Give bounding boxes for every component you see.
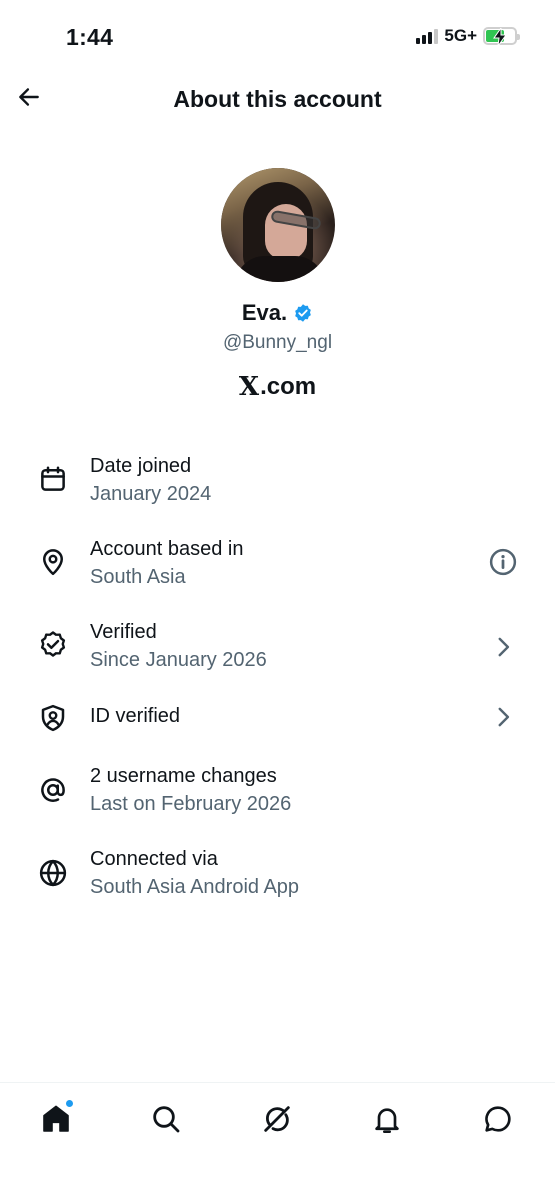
info-icon[interactable]: [487, 546, 519, 578]
globe-icon: [36, 856, 70, 890]
chevron-right-icon[interactable]: [487, 631, 519, 663]
info-subtitle: Since January 2026: [90, 649, 267, 671]
id-shield-icon: [36, 701, 70, 735]
chevron-right-icon[interactable]: [487, 701, 519, 733]
info-title: Date joined: [90, 455, 192, 477]
bottom-navigation-bar: [0, 1082, 555, 1200]
status-time: 1:44: [66, 24, 114, 50]
header: About this account: [0, 72, 555, 128]
signal-strength-icon: [416, 28, 439, 44]
info-subtitle: South Asia Android App: [90, 876, 300, 898]
notifications-icon: [375, 1108, 399, 1133]
network-type: 5G+: [444, 26, 477, 45]
info-title: Account based in: [90, 538, 244, 560]
info-title: ID verified: [90, 705, 181, 727]
page-title: About this account: [173, 86, 382, 112]
search-icon: [153, 1106, 180, 1133]
info-subtitle: South Asia: [90, 566, 186, 588]
notification-dot: [65, 1099, 74, 1108]
status-indicators: 5G+: [416, 26, 520, 46]
nav-messages[interactable]: [478, 1099, 518, 1139]
x-logo-icon: X: [238, 372, 260, 402]
info-row-verified[interactable]: Verified Since January 2026: [0, 618, 555, 678]
verified-badge-icon: [36, 628, 70, 662]
info-row-connected-via: Connected via South Asia Android App: [0, 845, 555, 905]
status-bar: 1:44 5G+: [0, 0, 555, 72]
messages-icon: [485, 1106, 511, 1132]
info-row-id-verified[interactable]: ID verified: [0, 701, 555, 761]
nav-home[interactable]: [36, 1099, 76, 1139]
info-row-username-changes: 2 username changes Last on February 2026: [0, 762, 555, 822]
avatar[interactable]: [220, 168, 335, 282]
nav-notifications[interactable]: [367, 1099, 407, 1139]
grok-icon: [264, 1106, 290, 1132]
info-row-date-joined: Date joined January 2024: [0, 452, 555, 512]
name-row: Eva.: [0, 300, 555, 326]
battery-icon: [483, 27, 520, 46]
info-title: Verified: [90, 621, 157, 643]
nav-search[interactable]: [146, 1099, 186, 1139]
username-handle: @Bunny_ngl: [222, 332, 333, 353]
info-subtitle: Last on February 2026: [90, 793, 292, 815]
profile-summary: Eva. @Bunny_ngl X .com: [0, 168, 555, 402]
info-title: 2 username changes: [90, 765, 277, 787]
calendar-icon: [36, 462, 70, 496]
verified-checkmark-icon: [295, 304, 311, 322]
info-title: Connected via: [90, 848, 218, 870]
at-sign-icon: [36, 773, 70, 807]
info-subtitle: January 2024: [90, 483, 212, 505]
site-domain: .com: [260, 373, 317, 400]
display-name: Eva.: [241, 300, 288, 325]
location-pin-icon: [36, 545, 70, 579]
info-row-account-based-in[interactable]: Account based in South Asia: [0, 535, 555, 595]
site-link[interactable]: X .com: [0, 372, 555, 402]
nav-grok[interactable]: [257, 1099, 297, 1139]
